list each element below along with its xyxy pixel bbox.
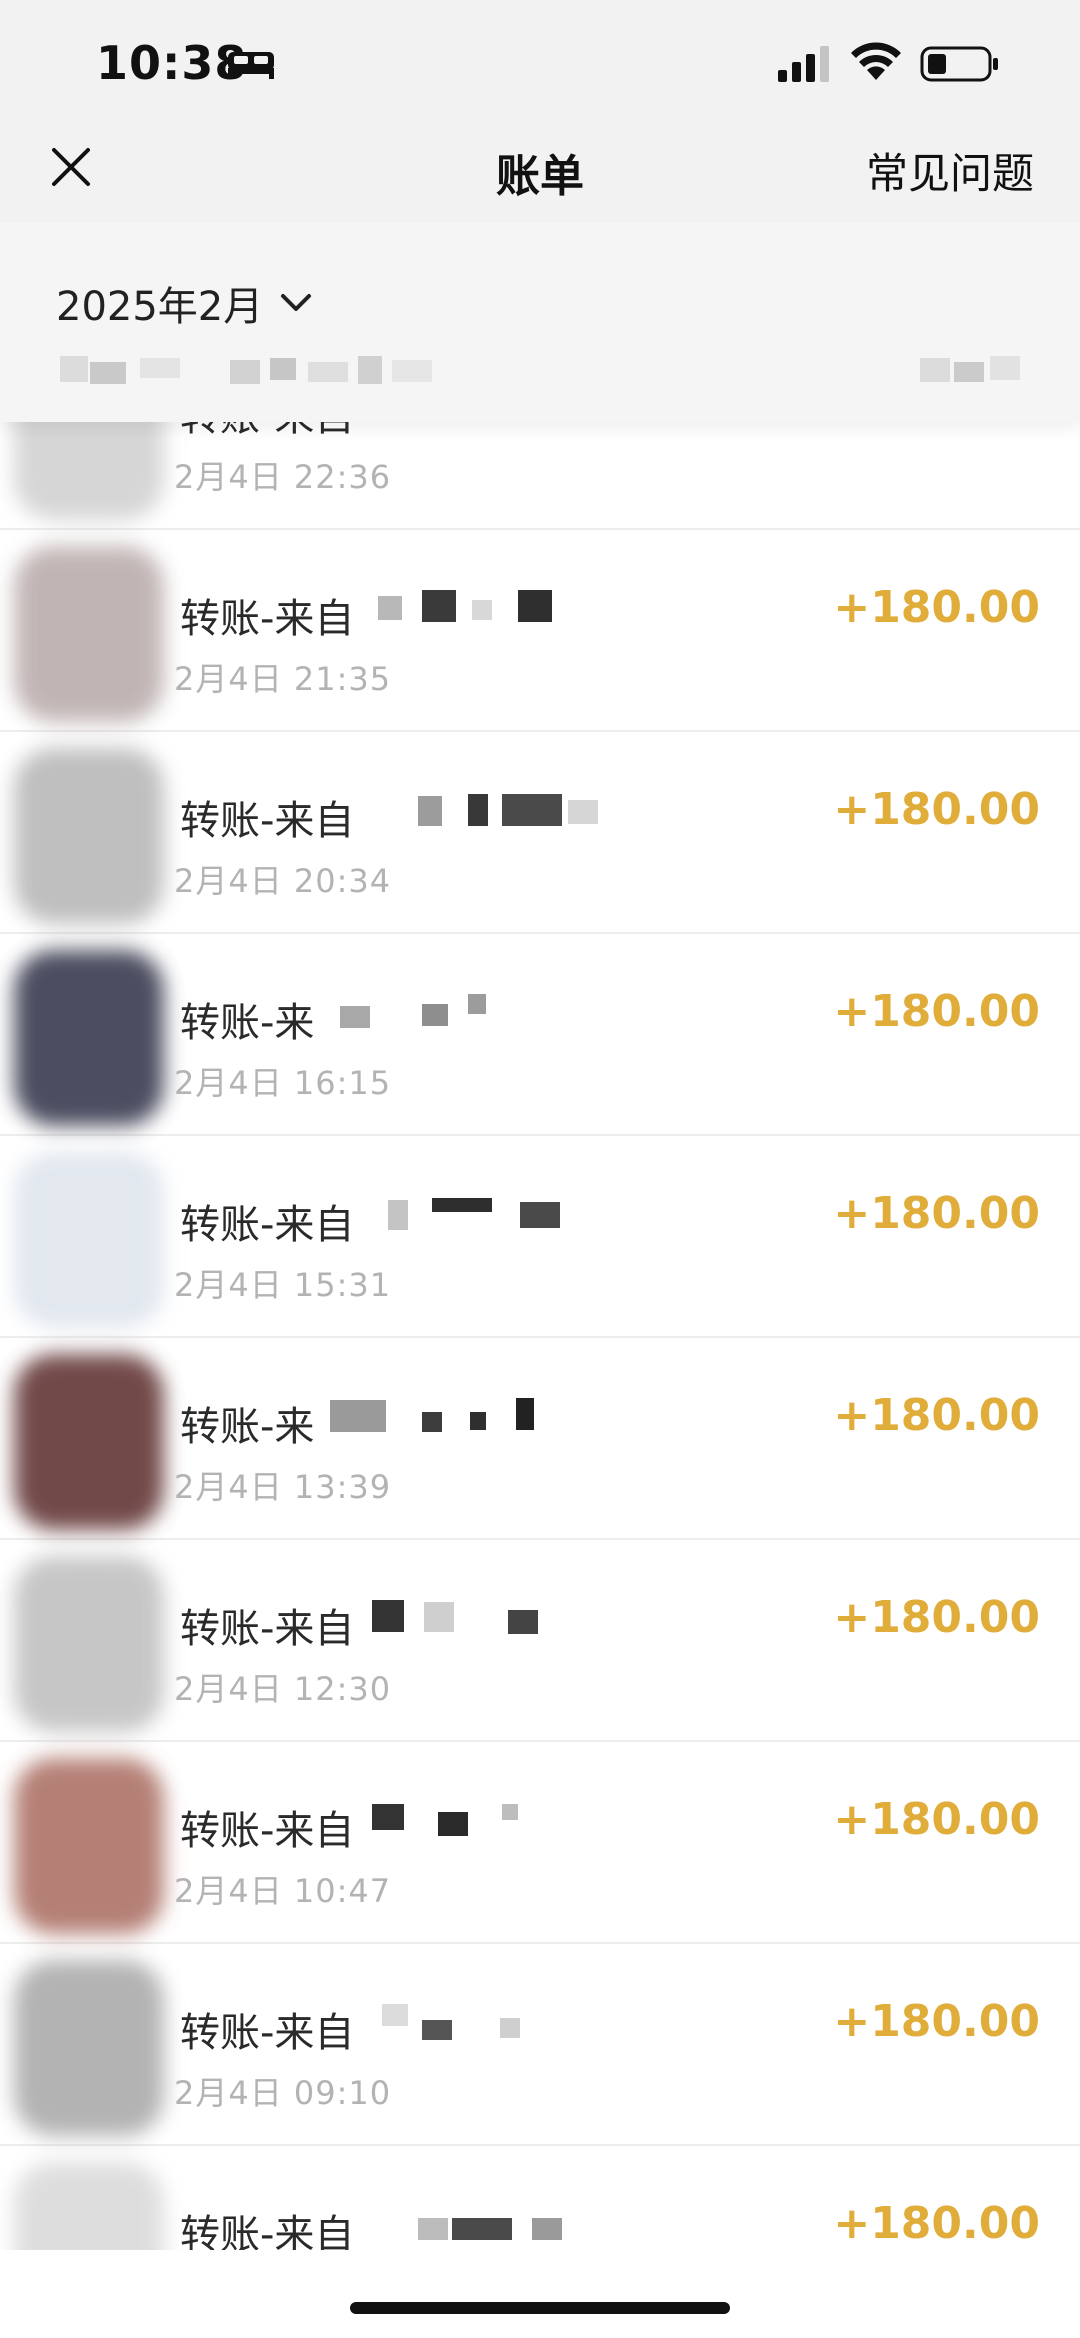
avatar	[14, 950, 164, 1126]
month-label: 2025年2月	[56, 284, 264, 330]
transaction-amount: +180.00	[833, 1188, 1040, 1239]
transaction-row[interactable]: 转账-来 2月4日 13:39 +180.00	[0, 1338, 1080, 1540]
redacted-name	[330, 1398, 534, 1432]
transaction-title: 转账-来	[180, 1404, 315, 1450]
transaction-time: 2月4日 22:36	[174, 458, 392, 496]
battery-icon	[920, 46, 998, 82]
avatar	[14, 1758, 164, 1934]
redacted-name	[372, 1804, 518, 1836]
month-selector[interactable]: 2025年2月	[56, 274, 313, 332]
transaction-title: 转账-来自	[180, 1808, 355, 1854]
redacted-name	[418, 2218, 562, 2240]
avatar	[14, 748, 164, 924]
transaction-time: 2月4日 13:39	[174, 1468, 392, 1506]
nav-bar: 账单 常见问题	[0, 130, 1080, 222]
transaction-time: 2月4日 12:30	[174, 1670, 392, 1708]
transaction-time: 2月4日 15:31	[174, 1266, 392, 1304]
transaction-title: 转账-来	[180, 1000, 315, 1046]
transaction-time: 2月4日 20:34	[174, 862, 392, 900]
redacted-name	[382, 2004, 520, 2040]
transaction-title: 转账-来自	[180, 1202, 355, 1248]
transaction-amount: +180.00	[833, 1592, 1040, 1643]
redacted-name	[388, 1198, 560, 1230]
transaction-row[interactable]: 转账-来自 2月4日 10:47 +180.00	[0, 1742, 1080, 1944]
redacted-name	[340, 994, 486, 1028]
avatar	[14, 1960, 164, 2136]
transaction-row[interactable]: 转账-来自 2月4日 15:31 +180.00	[0, 1136, 1080, 1338]
transaction-amount: +180.00	[833, 2198, 1040, 2249]
transaction-title: 转账-来自	[180, 2010, 355, 2056]
avatar	[14, 1556, 164, 1732]
signal-icon	[778, 46, 829, 82]
faq-link[interactable]: 常见问题	[866, 140, 1034, 201]
transaction-row[interactable]: 转账-来自 2月4日 21:35 +180.00	[0, 530, 1080, 732]
redacted-name	[372, 1600, 538, 1634]
transaction-amount: +180.00	[833, 582, 1040, 633]
redacted-summary	[60, 356, 432, 384]
wifi-icon	[851, 42, 901, 80]
transaction-time: 2月4日 10:47	[174, 1872, 392, 1910]
bill-page: 10:38 账单 常见问题 2025年2月 2月4日 22:36 转账-来自 2…	[0, 0, 1080, 2338]
chevron-down-icon	[281, 294, 312, 311]
avatar	[14, 1152, 164, 1328]
transaction-title: 转账-来自	[180, 798, 355, 844]
transaction-time: 2月4日 09:10	[174, 2074, 392, 2112]
transaction-amount: +180.00	[833, 784, 1040, 835]
avatar	[14, 1354, 164, 1530]
redacted-name	[378, 590, 552, 622]
transaction-time: 2月4日 21:35	[174, 660, 392, 698]
month-header: 2025年2月	[0, 222, 1080, 422]
transaction-amount: +180.00	[833, 1996, 1040, 2047]
redacted-name	[418, 794, 598, 826]
transaction-row[interactable]: 转账-来 2月4日 16:15 +180.00	[0, 934, 1080, 1136]
transaction-amount: +180.00	[833, 986, 1040, 1037]
transaction-title: 转账-来自	[180, 596, 355, 642]
transaction-row[interactable]: 转账-来自 2月4日 12:30 +180.00	[0, 1540, 1080, 1742]
status-time: 10:38	[96, 36, 248, 90]
transaction-title: 转账-来自	[180, 1606, 355, 1652]
transaction-row[interactable]: 转账-来自 2月4日 20:34 +180.00	[0, 732, 1080, 934]
bottom-safe-area	[0, 2250, 1080, 2338]
redacted-summary-amount	[920, 356, 1020, 382]
transaction-amount: +180.00	[833, 1390, 1040, 1441]
status-bar: 10:38	[0, 0, 1080, 130]
transaction-amount: +180.00	[833, 1794, 1040, 1845]
avatar	[14, 546, 164, 722]
home-indicator[interactable]	[350, 2302, 730, 2314]
transaction-time: 2月4日 16:15	[174, 1064, 392, 1102]
transaction-row[interactable]: 转账-来自 2月4日 09:10 +180.00	[0, 1944, 1080, 2146]
bed-icon	[228, 52, 274, 79]
